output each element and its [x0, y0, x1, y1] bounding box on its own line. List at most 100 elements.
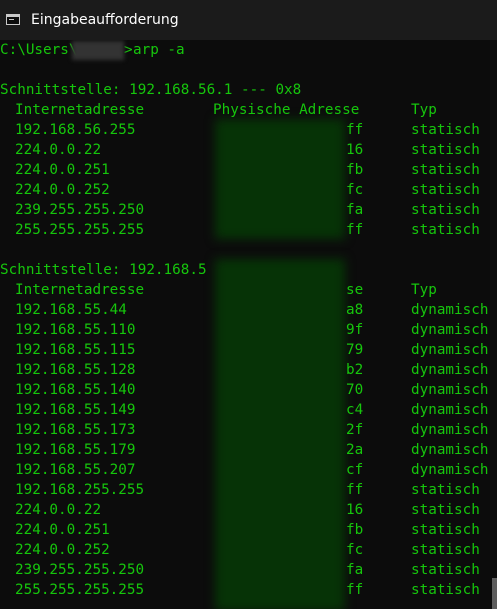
mac-address-suffix: ff — [346, 582, 364, 598]
ip-address: 192.168.255.255 — [15, 482, 145, 498]
ip-address: 192.168.55.128 — [15, 362, 136, 378]
mac-address-suffix: 16 — [346, 142, 364, 158]
arp-entry-row: 192.168.55.44 a8 dynamisch — [0, 300, 497, 320]
mac-address-suffix: cf — [346, 462, 364, 478]
ip-address: 192.168.55.173 — [15, 422, 136, 438]
entry-type: dynamisch — [411, 382, 489, 398]
mac-address-suffix: ff — [346, 222, 364, 238]
arp-entry-row: 224.0.0.251 fb statisch — [0, 160, 497, 180]
scrollbar-thumb[interactable] — [492, 578, 497, 609]
arp-entry-row: 192.168.255.255 ff statisch — [0, 480, 497, 500]
ip-address: 255.255.255.255 — [15, 222, 145, 238]
mac-address-suffix: fb — [346, 522, 364, 538]
ip-address: 192.168.55.115 — [15, 342, 136, 358]
mac-address-suffix: ff — [346, 122, 364, 138]
arp-entry-row: 192.168.55.115 79 dynamisch — [0, 340, 497, 360]
ip-address: 224.0.0.251 — [15, 522, 110, 538]
column-headers: Internetadresse se Typ — [0, 280, 497, 300]
arp-entry-row: 239.255.255.250 fa statisch — [0, 200, 497, 220]
arp-entry-row: 192.168.55.179 2a dynamisch — [0, 440, 497, 460]
ip-address: 192.168.55.140 — [15, 382, 136, 398]
arp-entry-row: 192.168.55.149 c4 dynamisch — [0, 400, 497, 420]
column-header-mac: Physische Adresse — [213, 102, 360, 118]
mac-address-suffix: fa — [346, 202, 364, 218]
interface-header: Schnittstelle: 192.168.5 — [0, 260, 497, 280]
ip-address: 224.0.0.251 — [15, 162, 110, 178]
mac-address-suffix: 2a — [346, 442, 364, 458]
column-header-ip: Internetadresse — [15, 102, 145, 118]
entry-type: statisch — [411, 162, 480, 178]
arp-entry-row: 192.168.55.110 9f dynamisch — [0, 320, 497, 340]
entry-type: statisch — [411, 182, 480, 198]
interface-header: Schnittstelle: 192.168.56.1 --- 0x8 — [0, 80, 497, 100]
title-bar[interactable]: Eingabeaufforderung — [0, 0, 497, 40]
entry-type: dynamisch — [411, 302, 489, 318]
column-header-mac: se — [346, 282, 364, 298]
entry-type: statisch — [411, 502, 480, 518]
arp-entry-row: 224.0.0.252 fc statisch — [0, 180, 497, 200]
ip-address: 224.0.0.252 — [15, 542, 110, 558]
mac-address-suffix: a8 — [346, 302, 364, 318]
mac-address-suffix: 70 — [346, 382, 364, 398]
mac-address-suffix: fc — [346, 542, 364, 558]
entry-type: statisch — [411, 482, 480, 498]
ip-address: 224.0.0.22 — [15, 142, 102, 158]
mac-address-suffix: fc — [346, 182, 364, 198]
interface-header-text: Schnittstelle: 192.168.5 — [0, 262, 207, 278]
entry-type: statisch — [411, 142, 480, 158]
terminal-window: Eingabeaufforderung C:\Users\ > arp -a Sch… — [0, 0, 497, 609]
console-output[interactable]: C:\Users\ > arp -a Schnittstelle: 192.168.… — [0, 40, 497, 609]
mac-address-suffix: ff — [346, 482, 364, 498]
entry-type: dynamisch — [411, 422, 489, 438]
arp-entry-row: 192.168.55.173 2f dynamisch — [0, 420, 497, 440]
entry-type: statisch — [411, 522, 480, 538]
ip-address: 192.168.55.179 — [15, 442, 136, 458]
entry-type: statisch — [411, 582, 480, 598]
ip-address: 192.168.55.110 — [15, 322, 136, 338]
entry-type: dynamisch — [411, 462, 489, 478]
ip-address: 224.0.0.252 — [15, 182, 110, 198]
prompt-prefix: C:\Users\ — [0, 42, 78, 58]
entry-type: dynamisch — [411, 402, 489, 418]
entry-type: statisch — [411, 222, 480, 238]
column-header-type: Typ — [411, 102, 437, 118]
arp-entry-row: 192.168.55.140 70 dynamisch — [0, 380, 497, 400]
command-text: arp -a — [133, 42, 185, 58]
ip-address: 192.168.55.207 — [15, 462, 136, 478]
mac-address-suffix: b2 — [346, 362, 364, 378]
ip-address: 239.255.255.250 — [15, 202, 145, 218]
entry-type: statisch — [411, 542, 480, 558]
entry-type: dynamisch — [411, 342, 489, 358]
redacted-username — [72, 41, 124, 60]
mac-address-suffix: 16 — [346, 502, 364, 518]
entry-type: statisch — [411, 202, 480, 218]
ip-address: 255.255.255.255 — [15, 582, 145, 598]
console-icon — [6, 14, 20, 25]
arp-entry-row: 192.168.56.255 ff statisch — [0, 120, 497, 140]
column-header-ip: Internetadresse — [15, 282, 145, 298]
mac-address-suffix: fb — [346, 162, 364, 178]
mac-address-suffix: 2f — [346, 422, 364, 438]
ip-address: 192.168.55.44 — [15, 302, 127, 318]
ip-address: 192.168.55.149 — [15, 402, 136, 418]
window-title: Eingabeaufforderung — [31, 12, 179, 28]
ip-address: 192.168.56.255 — [15, 122, 136, 138]
ip-address: 239.255.255.250 — [15, 562, 145, 578]
mac-address-suffix: c4 — [346, 402, 364, 418]
arp-entry-row: 255.255.255.255 ff statisch — [0, 220, 497, 240]
scrollbar[interactable] — [492, 40, 497, 609]
arp-entry-row: 224.0.0.252 fc statisch — [0, 540, 497, 560]
entry-type: dynamisch — [411, 322, 489, 338]
arp-entry-row: 192.168.55.128 b2 dynamisch — [0, 360, 497, 380]
arp-entry-row: 255.255.255.255 ff statisch — [0, 580, 497, 600]
ip-address: 224.0.0.22 — [15, 502, 102, 518]
arp-entry-row: 239.255.255.250 fa statisch — [0, 560, 497, 580]
arp-entry-row: 192.168.55.207 cf dynamisch — [0, 460, 497, 480]
column-header-type: Typ — [411, 282, 437, 298]
mac-address-suffix: 79 — [346, 342, 364, 358]
arp-entry-row: 224.0.0.22 16 statisch — [0, 140, 497, 160]
entry-type: statisch — [411, 122, 480, 138]
entry-type: dynamisch — [411, 362, 489, 378]
arp-entry-row: 224.0.0.22 16 statisch — [0, 500, 497, 520]
interface-header-text: Schnittstelle: 192.168.56.1 --- 0x8 — [0, 82, 302, 98]
